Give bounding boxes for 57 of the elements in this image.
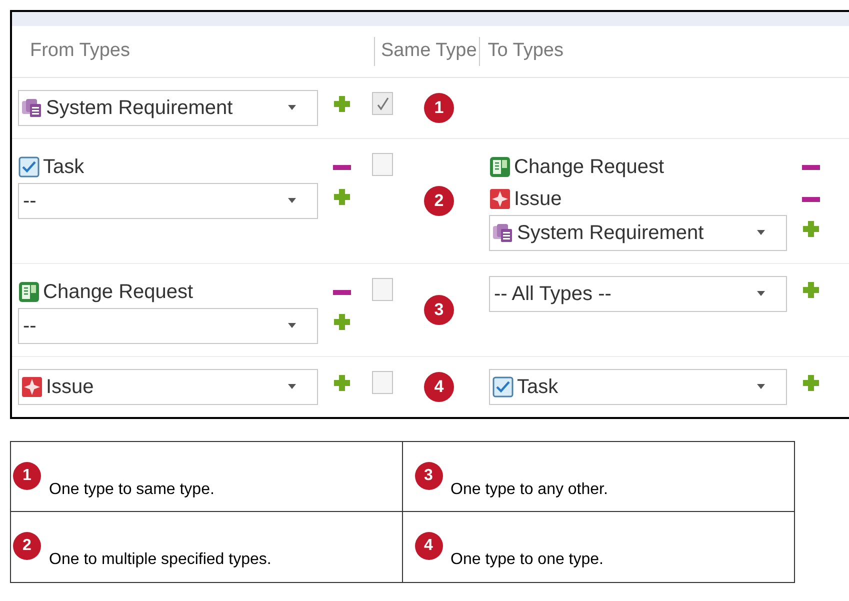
stacked-documents-icon [492,222,514,244]
document-icon [489,156,511,178]
same-type-checkbox[interactable] [372,371,393,394]
legend-text: One type to same type. [49,480,214,500]
add-button[interactable] [803,221,819,237]
type-dropdown[interactable]: Issue [18,369,318,405]
remove-button[interactable] [802,196,820,202]
number-badge: 3 [424,295,454,325]
add-button[interactable] [334,96,350,112]
document-icon [18,281,40,303]
type-label: Change Request [43,280,194,305]
type-dropdown[interactable]: System Requirement [18,90,318,126]
add-button[interactable] [334,189,350,205]
type-dropdown[interactable]: -- [18,183,318,219]
legend-text: One type to any other. [450,480,608,500]
legend-text: One to multiple specified types. [49,550,272,570]
number-badge: 4 [424,372,454,402]
number-badge: 2 [424,186,454,216]
caret-icon [287,105,297,111]
remove-button[interactable] [333,164,351,170]
column-header: To Types [478,37,564,66]
type-label: Issue [514,187,562,212]
remove-button[interactable] [333,290,351,294]
number-badge: 4 [414,532,442,560]
caret-icon [756,230,766,236]
caret-icon [756,384,766,390]
checkbox-icon [492,376,514,398]
type-dropdown[interactable]: Task [489,369,787,405]
checkbox-icon [18,156,40,178]
column-header: Same Type [374,37,479,66]
number-badge: 2 [13,532,41,560]
add-button[interactable] [803,282,819,298]
type-dropdown[interactable]: -- All Types -- [489,276,787,312]
type-dropdown[interactable]: -- [18,308,318,344]
remove-button[interactable] [802,164,820,170]
number-badge: 3 [414,462,442,490]
add-button[interactable] [803,375,819,391]
number-badge: 1 [424,93,454,123]
same-type-checkbox[interactable] [372,92,393,115]
same-type-checkbox[interactable] [372,278,393,301]
caret-icon [287,198,297,204]
caret-icon [756,291,766,297]
type-dropdown[interactable]: System Requirement [489,215,787,251]
add-button[interactable] [334,314,350,330]
checkmark-icon [376,96,388,110]
column-header: From Types [30,39,131,64]
type-label: Task [43,155,84,180]
warning-sign-icon [489,188,511,210]
add-button[interactable] [334,375,350,391]
type-label: Change Request [514,155,664,180]
stacked-documents-icon [21,97,43,119]
warning-sign-icon [21,376,43,398]
caret-icon [287,323,297,329]
number-badge: 1 [13,462,41,490]
same-type-checkbox[interactable] [372,153,393,176]
caret-icon [287,384,297,390]
legend-text: One type to one type. [450,550,604,570]
